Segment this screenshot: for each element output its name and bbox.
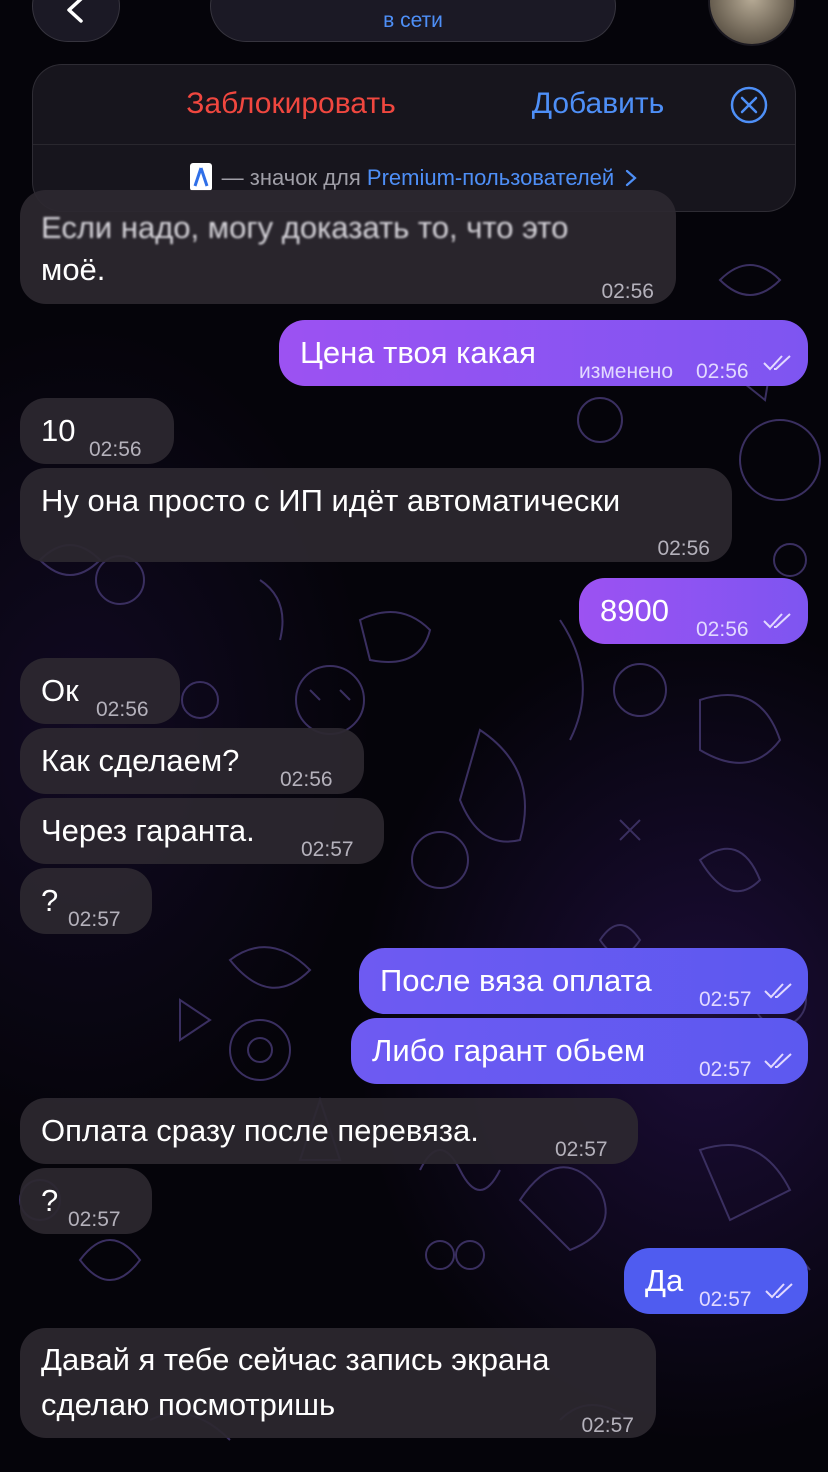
read-check-icon [764,983,792,999]
premium-note[interactable]: — значок для Premium-пользователей [33,163,795,191]
message-text: После вяза оплата [380,963,652,998]
message-incoming[interactable]: Ок 02:56 [20,658,180,724]
message-text: сделаю посмотришь [41,1387,336,1422]
message-time: 02:57 [699,988,752,1011]
read-check-icon [763,613,791,629]
close-icon[interactable] [729,85,769,125]
message-text: 10 [41,413,76,448]
premium-note-text: — значок для [221,165,361,190]
message-incoming[interactable]: Давай я тебе сейчас запись экрана сделаю… [20,1328,656,1438]
message-text: Ок [41,673,79,708]
message-text: ? [41,883,59,918]
message-text: Давай я тебе сейчас запись экрана [41,1342,550,1377]
message-outgoing[interactable]: После вяза оплата 02:57 [359,948,808,1014]
message-text: Если надо, могу доказать то, что это [41,210,569,245]
message-incoming[interactable]: ? 02:57 [20,1168,152,1234]
message-incoming[interactable]: ? 02:57 [20,868,152,934]
message-text: ? [41,1183,59,1218]
message-incoming[interactable]: Через гаранта. 02:57 [20,798,384,864]
message-time: 02:57 [699,1058,752,1081]
online-status: в сети [383,9,443,32]
read-check-icon [763,355,791,371]
message-time: 02:57 [68,908,121,931]
message-incoming[interactable]: Как сделаем? 02:56 [20,728,364,794]
message-time: 02:57 [699,1288,752,1311]
message-time: 02:57 [301,838,354,861]
message-text: Оплата сразу после перевяза. [41,1113,479,1148]
message-outgoing[interactable]: Цена твоя какая изменено 02:56 [279,320,808,386]
message-incoming[interactable]: Ну она просто с ИП идёт автоматически 02… [20,468,732,562]
message-time: 02:57 [581,1414,634,1437]
premium-link[interactable]: Premium-пользователей [367,165,614,190]
message-time: 02:56 [696,618,749,641]
message-text: Да [645,1263,684,1298]
message-text: 8900 [600,593,669,628]
message-incoming[interactable]: Оплата сразу после перевяза. 02:57 [20,1098,638,1164]
premium-badge-icon [189,163,212,191]
message-text: Цена твоя какая [300,335,536,370]
chevron-right-icon [626,169,637,187]
message-time: 02:56 [89,438,142,461]
chat-title[interactable]: в сети [210,0,616,42]
message-text: Ну она просто с ИП идёт автоматически [41,483,621,518]
message-text: Как сделаем? [41,743,240,778]
message-text: Через гаранта. [41,813,255,848]
panel-divider [33,144,795,145]
read-check-icon [764,1053,792,1069]
chat-screen: в сети Заблокировать Добавить — значок д… [0,0,828,1472]
message-text: моё. [41,252,106,287]
message-time: 02:56 [696,360,749,383]
chevron-left-icon [67,0,83,23]
add-contact-button[interactable]: Добавить [463,87,733,121]
message-text: Либо гарант обьем [372,1033,646,1068]
message-time: 02:56 [96,698,149,721]
message-incoming[interactable]: 10 02:56 [20,398,174,464]
message-time: 02:56 [601,280,654,303]
message-outgoing[interactable]: 8900 02:56 [579,578,808,644]
message-time: 02:57 [68,1208,121,1231]
message-time: 02:57 [555,1138,608,1161]
message-time: 02:56 [657,537,710,560]
block-button[interactable]: Заблокировать [141,87,441,121]
message-outgoing[interactable]: Да 02:57 [624,1248,808,1314]
edited-label: изменено [579,360,674,383]
read-check-icon [765,1283,793,1299]
message-time: 02:56 [280,768,333,791]
message-incoming[interactable]: Если надо, могу доказать то, что это моё… [20,190,676,304]
message-outgoing[interactable]: Либо гарант обьем 02:57 [351,1018,808,1084]
